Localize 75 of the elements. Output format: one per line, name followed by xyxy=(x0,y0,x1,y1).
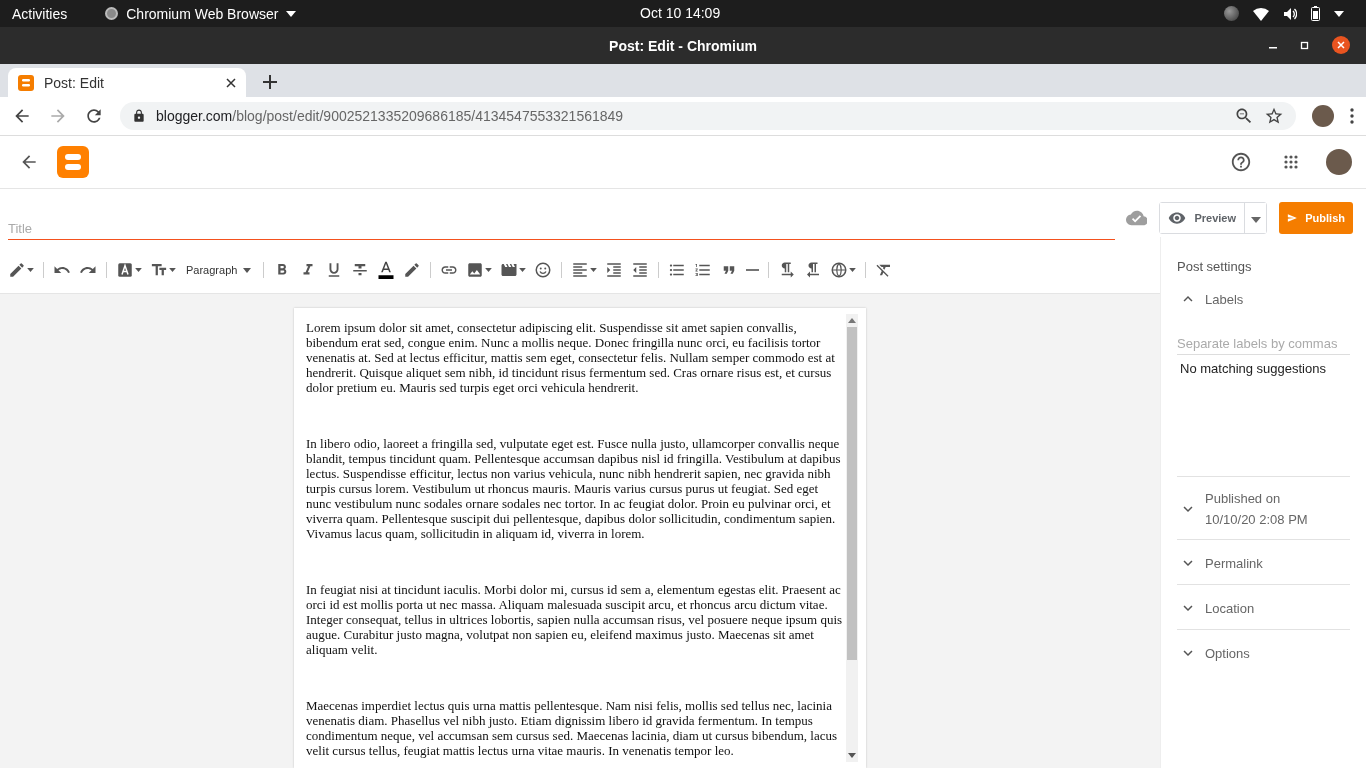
settings-section-toggle[interactable]: Options xyxy=(1177,630,1350,674)
caret-icon xyxy=(135,268,142,272)
caret-icon xyxy=(27,268,34,272)
outdent-icon xyxy=(631,261,650,279)
video-icon xyxy=(500,261,519,279)
volume-icon[interactable] xyxy=(1283,6,1297,21)
globe-icon xyxy=(830,261,849,279)
section-label: Labels xyxy=(1205,291,1244,307)
scroll-up-icon[interactable] xyxy=(848,318,856,323)
clock[interactable]: Oct 10 14:09 xyxy=(640,5,721,21)
caret-icon xyxy=(286,10,297,17)
scrollbar[interactable] xyxy=(846,314,858,762)
body-paragraph: In feugiat nisi at tincidunt iaculis. Morbi dolor mi, cursus id sem a, elementum egestas elit. Praesent ac orci id est mollis porta ut nec massa. Aliquam malesuada suscipit arcu, et rhoncus arcu dictum vitae. Integer consequat, tellus in ultrices lobortis, sapien nulla accumsan risus, vel posuere neque ipsum quis augue. Curabitur justo magna, volutpat non sapien eu, eleifend maximus justo. Maecenas sit amet aliquam velit. xyxy=(306,582,844,657)
close-icon[interactable] xyxy=(226,77,236,88)
caret-icon xyxy=(590,268,598,272)
text-color-icon xyxy=(377,261,396,279)
zoom-out-icon[interactable] xyxy=(1234,106,1254,126)
status-circle-icon[interactable] xyxy=(1224,6,1239,21)
maximize-icon[interactable] xyxy=(1300,40,1310,50)
battery-icon[interactable] xyxy=(1311,6,1320,21)
lock-icon xyxy=(132,109,146,123)
pen-icon xyxy=(8,261,26,279)
indent-icon xyxy=(605,261,624,279)
url-text: blogger.com/blog/post/edit/9002521335209686185/4134547553321561849 xyxy=(156,108,624,124)
font-family-icon xyxy=(116,261,134,279)
star-icon[interactable] xyxy=(1264,106,1284,126)
blogger-favicon-icon xyxy=(18,74,34,91)
settings-section-toggle[interactable]: Labels xyxy=(1177,284,1350,322)
apps-grid-icon[interactable] xyxy=(1284,155,1298,169)
activities-button[interactable]: Activities xyxy=(12,5,68,22)
caret-icon xyxy=(519,268,527,272)
caret-icon xyxy=(243,267,252,273)
window-title: Post: Edit - Chromium xyxy=(609,37,757,54)
caret-icon xyxy=(485,268,493,272)
address-field[interactable]: blogger.com/blog/post/edit/9002521335209686185/4134547553321561849 xyxy=(120,102,1296,130)
blogger-logo-icon[interactable] xyxy=(57,146,89,178)
wifi-icon[interactable] xyxy=(1253,6,1269,21)
caret-icon xyxy=(169,268,176,272)
body-paragraph: Lorem ipsum dolor sit amet, consectetur adipiscing elit. Suspendisse sit amet sapien convallis, bibendum erat sed, congue enim. Nunc a mollis neque. Donec fringilla nunc orci, eu facilisis tortor venenatis at. Sed at lectus efficitur, mattis sem eget, consectetur felis. Nullam semper commodo est at hendrerit. Quisque aliquet sem nibh, id tincidunt risus fermentum sed. Cras ornare risus est, et cursus dolor pretium eu. Mauris sed turpis eget orci vehicula hendrerit. xyxy=(306,320,836,395)
caret-icon xyxy=(1251,216,1261,223)
caret-icon[interactable] xyxy=(1334,10,1344,17)
settings-section-toggle[interactable]: Published on 10/10/20 2:08 PM xyxy=(1177,477,1350,539)
browser-tab[interactable]: Post: Edit xyxy=(8,68,246,97)
highlighter-icon xyxy=(403,261,422,279)
body-paragraph: In libero odio, laoreet a fringilla sed, vulputate eget est. Fusce nulla justo, ullamcorper convallis neque blandit, tempus tincidunt quam. Pellentesque accumsan dapibus nisl id fringilla. Vestibulum at dapibus lectus. Suspendisse efficitur, lectus non varius vehicula, nunc nibh hendrerit sapien, nec gravida nibh turpis cursus lorem. Vestibulum ut rhoncus mauris. Mauris varius cursus purus ut feugiat. Sed eget nunc vestibulum nunc sodales ornare sodales nec tortor. In ac feugiat dolor. Proin eu pulvinar orci, et viverra quam. Pellentesque suscipit dui pellentesque, dapibus dolor sollicitudin, condimentum sapien. Vivamus lacus quam, sollicitudin in aliquam id, viverra in lorem. xyxy=(306,436,842,541)
eye-icon xyxy=(1168,209,1187,227)
post-body-document[interactable] xyxy=(294,308,866,768)
image-icon xyxy=(466,261,485,279)
chromium-icon xyxy=(105,7,119,20)
scroll-down-icon[interactable] xyxy=(848,753,856,758)
paragraph-format-dropdown[interactable]: Paragraph xyxy=(180,257,259,283)
smiley-icon xyxy=(534,261,553,279)
section-label: Location xyxy=(1205,600,1255,616)
help-icon[interactable] xyxy=(1230,151,1252,173)
menu-icon[interactable] xyxy=(1350,108,1354,124)
caret-icon xyxy=(849,268,857,272)
preview-dropdown-button[interactable] xyxy=(1244,203,1266,233)
suggestion-text: No matching suggestions xyxy=(1179,360,1327,378)
section-label: Options xyxy=(1205,645,1250,661)
align-left-icon xyxy=(571,261,590,279)
new-tab-icon[interactable] xyxy=(263,75,277,89)
body-paragraph: Maecenas imperdiet lectus quis urna mattis pellentesque. Nam nisi felis, mollis sed tellus nec, lacinia venenatis diam. Phasellus vel nibh justo. Etiam dignissim libero id gravida fermentum. In tempus condimentum neque, vel accumsan sem cursus sed. Maecenas lacinia, diam ut cursus bibendum, lacus velit cursus tellus, feugiat mattis lectus urna vitae mauris. In venenatis tempor leo. xyxy=(306,698,839,758)
close-icon[interactable] xyxy=(1332,36,1350,54)
app-menu[interactable]: Chromium Web Browser xyxy=(105,5,297,22)
section-label: Permalink xyxy=(1205,555,1263,571)
settings-section-toggle[interactable]: Permalink xyxy=(1177,540,1350,584)
numbered-list-icon xyxy=(694,261,713,279)
panel-heading: Post settings xyxy=(1177,258,1253,276)
horizontal-rule-icon xyxy=(746,269,760,271)
settings-section-toggle[interactable]: Location xyxy=(1177,585,1350,629)
profile-avatar[interactable] xyxy=(1312,105,1334,127)
section-label: Published on xyxy=(1205,491,1282,506)
section-detail: 10/10/20 2:08 PM xyxy=(1205,512,1308,527)
reload-icon[interactable] xyxy=(84,106,104,126)
account-avatar[interactable] xyxy=(1326,149,1352,175)
